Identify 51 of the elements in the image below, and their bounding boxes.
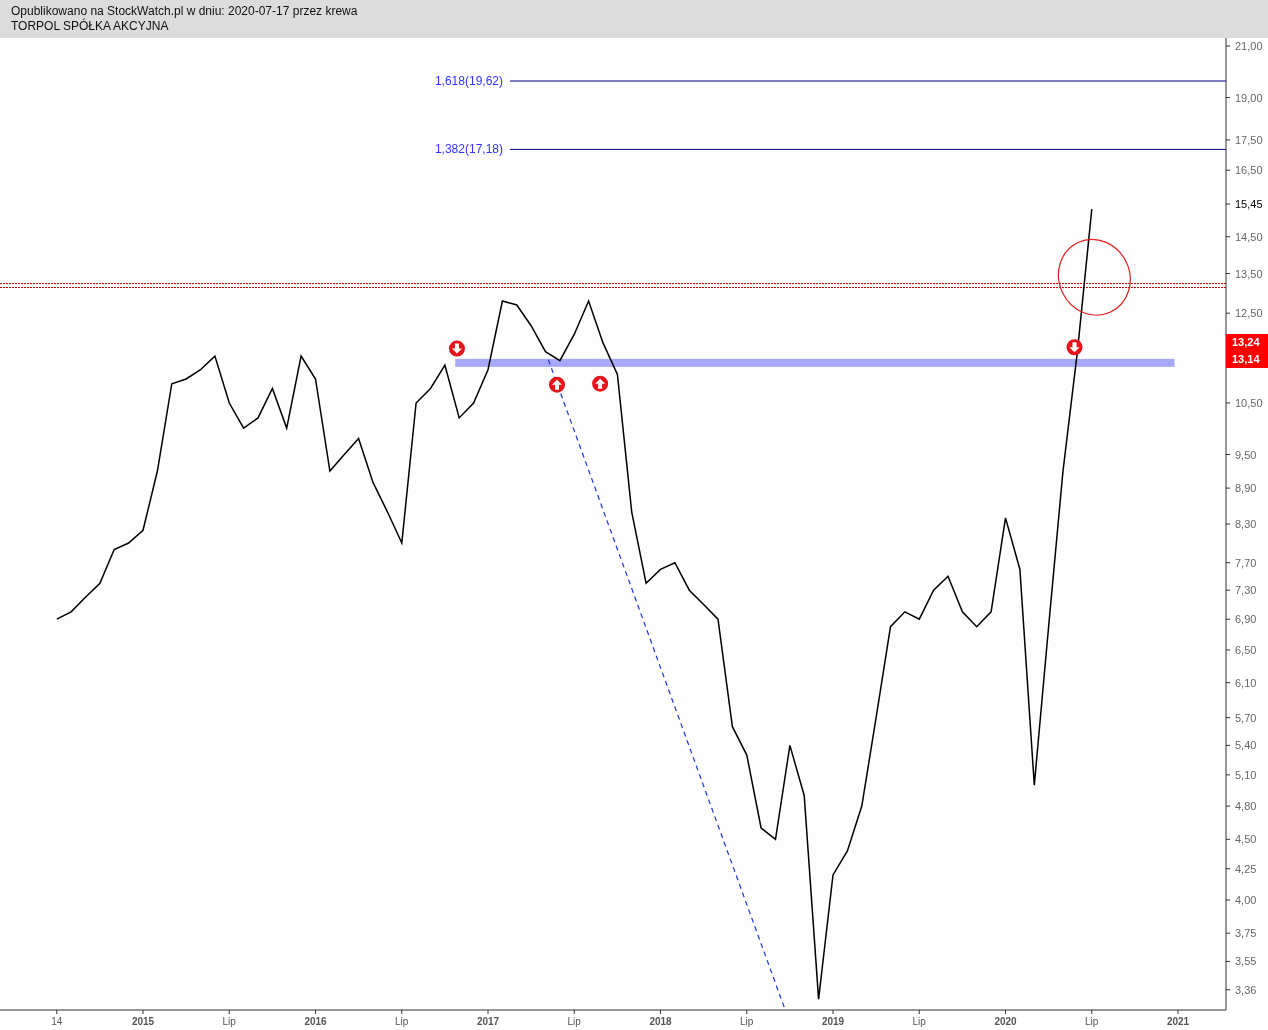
x-axis-label: 2018 bbox=[649, 1016, 672, 1027]
y-axis-label: 5,40 bbox=[1235, 739, 1257, 752]
up-arrow-icon bbox=[592, 375, 609, 392]
y-axis-label: 14,50 bbox=[1235, 230, 1263, 243]
y-axis-label: 13,50 bbox=[1235, 267, 1263, 280]
y-axis-label: 3,75 bbox=[1235, 927, 1257, 940]
price-tag: 13,24 bbox=[1226, 334, 1268, 351]
y-axis-label: 15,45 bbox=[1235, 198, 1263, 211]
down-arrow-icon bbox=[448, 340, 465, 357]
y-axis-label: 3,55 bbox=[1235, 955, 1257, 968]
x-axis-label: Lip bbox=[1085, 1016, 1099, 1027]
y-axis-label: 8,30 bbox=[1235, 518, 1257, 531]
up-arrow-icon bbox=[549, 376, 565, 393]
x-axis-label: 2016 bbox=[304, 1016, 327, 1027]
y-axis-label: 5,10 bbox=[1235, 768, 1257, 781]
y-axis-label: 6,50 bbox=[1235, 643, 1257, 656]
x-axis-label: 2017 bbox=[476, 1016, 500, 1027]
down-arrow-icon bbox=[1066, 339, 1083, 356]
y-axis-label: 6,90 bbox=[1235, 613, 1257, 626]
fibonacci-label: 1,382(17,18) bbox=[434, 142, 503, 157]
y-axis-label: 7,70 bbox=[1235, 556, 1257, 569]
publication-info: Opublikowano na StockWatch.pl w dniu: 2020-07-17 przez krewa bbox=[11, 4, 359, 19]
y-axis-label: 9,50 bbox=[1235, 448, 1257, 461]
x-axis-label: Lip bbox=[222, 1016, 236, 1027]
y-axis-label: 4,25 bbox=[1235, 862, 1257, 875]
y-axis-label: 4,50 bbox=[1235, 833, 1257, 846]
y-axis-label: 12,50 bbox=[1235, 307, 1263, 320]
y-axis-label: 4,00 bbox=[1235, 894, 1257, 906]
x-axis-label: 2021 bbox=[1166, 1016, 1190, 1027]
y-axis-label: 3,36 bbox=[1235, 983, 1257, 996]
y-axis-label: 8,90 bbox=[1235, 482, 1257, 495]
x-axis-label: Lip bbox=[395, 1016, 409, 1027]
y-axis-label: 7,30 bbox=[1235, 584, 1257, 597]
x-axis-label: Lip bbox=[740, 1016, 754, 1027]
price-tag: 13,14 bbox=[1226, 351, 1268, 368]
y-axis-label: 19,00 bbox=[1235, 91, 1263, 104]
y-axis-label: 21,00 bbox=[1235, 40, 1263, 52]
x-axis-label: Lip bbox=[912, 1016, 926, 1027]
x-axis-label: 2019 bbox=[821, 1016, 845, 1027]
y-axis-label: 5,70 bbox=[1235, 711, 1257, 724]
company-name: TORPOL SPÓŁKA AKCYJNA bbox=[11, 19, 170, 34]
y-axis-label: 16,50 bbox=[1235, 164, 1263, 177]
x-axis-label: 14 bbox=[51, 1016, 63, 1027]
y-axis-label: 10,50 bbox=[1235, 396, 1263, 409]
y-axis-label: 4,80 bbox=[1235, 800, 1257, 813]
x-axis-label: Lip bbox=[567, 1016, 581, 1027]
y-axis-label: 6,10 bbox=[1235, 676, 1257, 689]
x-axis-label: 2020 bbox=[994, 1016, 1017, 1027]
x-axis-label: 2015 bbox=[131, 1016, 155, 1027]
y-axis-label: 17,50 bbox=[1235, 133, 1263, 146]
fibonacci-label: 1,618(19,62) bbox=[434, 74, 503, 88]
